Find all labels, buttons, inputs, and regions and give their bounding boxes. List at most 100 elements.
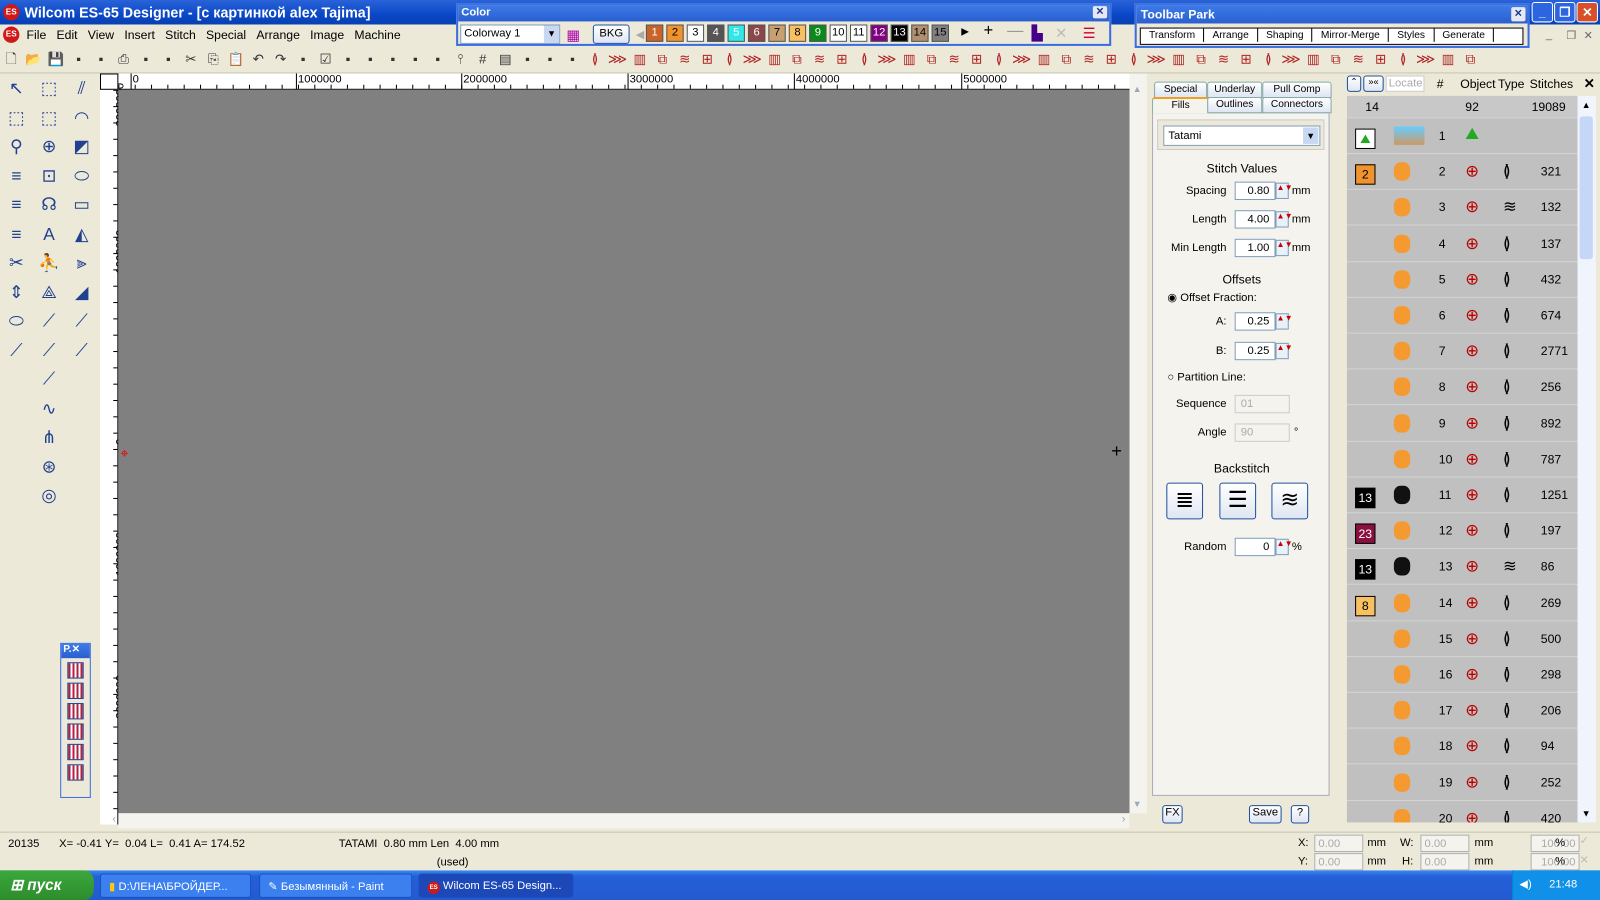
color-chip[interactable]: 13 [1355,559,1376,580]
x-field[interactable]: 0.00 [1314,834,1364,853]
tab-special[interactable]: Special [1154,81,1208,98]
stitch-tool-icon[interactable]: ≋ [1079,49,1099,69]
stitch-tool-icon[interactable]: ≬ [989,49,1009,69]
stitch-tool-icon[interactable]: ⋙ [607,49,627,69]
apply-check-icon[interactable]: ✓ [1580,834,1589,847]
thread-icon[interactable]: ▙ [1032,24,1043,41]
list-item[interactable]: 17 ⊕ ≬ 206 [1346,693,1578,729]
table-icon[interactable]: ▤ [495,49,515,69]
circle-object-tool-icon[interactable]: ⊡ [36,163,63,190]
stitch-tool-icon[interactable]: ≋ [944,49,964,69]
scroll-right-icon[interactable]: ▶ [961,27,969,38]
tie-off-tool-icon[interactable]: ⟋ [36,366,63,393]
reshape-tool-icon[interactable]: ⬚ [36,76,63,103]
menu-machine[interactable]: Machine [349,24,405,44]
park-tab-transform[interactable]: Transform [1141,28,1205,42]
color-swatch-6[interactable]: 6 [747,24,766,42]
run-tool-icon[interactable]: ⟋ [68,337,95,364]
list-item[interactable]: 9 ⊕ ≬ 892 [1346,406,1578,442]
slice-tool-icon[interactable]: ≡ [3,163,30,190]
color-swatch-8[interactable]: 8 [788,24,807,42]
run-icon[interactable]: ▪ [405,49,425,69]
close-icon[interactable]: ✕ [1092,6,1108,19]
stitch-tool-icon[interactable]: ⋙ [742,49,762,69]
col-header-stitches[interactable]: Stitches [1530,77,1574,91]
color-chip[interactable]: 2 [1355,164,1376,185]
fx-button[interactable]: FX [1162,805,1183,824]
task-paint[interactable]: ✎ Безымянный - Paint [259,873,413,898]
list-item[interactable]: 19 ⊕ ≬ 252 [1346,765,1578,801]
task-explorer[interactable]: ▮ D:\ЛЕНА\БРОЙДЕР... [99,873,252,898]
canvas-vertical-scrollbar[interactable]: ▲ ▼ [1129,73,1147,814]
list-item[interactable]: 16 ⊕ ≬ 298 [1346,657,1578,693]
list-item[interactable]: 20 ⊕ ≬ 420 [1347,801,1578,823]
line-2-tool-icon[interactable]: ⟋ [36,337,63,364]
color-list-icon[interactable]: ☰ [1083,24,1096,41]
column-b-tool-icon[interactable]: ☊ [36,192,63,219]
stitch-tool-icon[interactable]: ≬ [585,49,605,69]
stitch-tool-icon[interactable]: ≋ [1213,49,1233,69]
needle-icon[interactable]: ▪ [428,49,448,69]
partition-line-radio[interactable]: ○ Partition Line: [1167,371,1246,383]
col-header-type[interactable]: Type [1498,77,1525,91]
undo-icon[interactable]: ↶ [248,49,268,69]
add-color-icon[interactable]: + [984,22,994,40]
print-preview-icon[interactable]: ▪ [136,49,156,69]
min-length-input[interactable]: 1.00 [1234,238,1276,258]
random-input[interactable]: 0 [1234,537,1276,557]
close-icon[interactable]: ✕ [1584,76,1595,92]
color-swatch-13[interactable]: 13 [890,24,909,42]
art-icon[interactable]: ▪ [562,49,582,69]
paste-icon[interactable]: 📋 [226,49,246,69]
start-button[interactable]: ⊞ пуск [0,870,94,900]
export-icon[interactable]: ▪ [91,49,111,69]
save-button[interactable]: Save [1248,805,1282,824]
delete-color-icon[interactable]: ✕ [1055,24,1067,41]
colorway-select[interactable]: Colorway 1 ▼ [460,24,561,44]
chevron-down-icon[interactable]: ▼ [543,25,560,43]
column-a-tool-icon[interactable]: ≡ [3,192,30,219]
stitch-tool-icon[interactable]: ▥ [1034,49,1054,69]
stitch-tool-icon[interactable]: ⧉ [921,49,941,69]
list-item[interactable]: 10 ⊕ ≬ 787 [1346,442,1578,478]
outline-icon[interactable]: ▪ [383,49,403,69]
bkg-button[interactable]: BKG [592,24,630,44]
mdi-close-button[interactable]: ✕ [1584,29,1593,42]
stitch-tool-icon[interactable]: ⊞ [1236,49,1256,69]
stitch-tool-icon[interactable]: ⧉ [787,49,807,69]
radio-empty-icon[interactable]: ○ [1167,371,1174,383]
collapse-icon[interactable]: »« [1363,75,1384,92]
stitch-tool-icon[interactable]: ▥ [1303,49,1323,69]
remove-color-icon[interactable]: — [1007,22,1023,40]
menu-view[interactable]: View [83,24,120,44]
restore-button[interactable]: ❐ [1554,2,1576,23]
spacing-spinner[interactable]: ▲▼ [1275,182,1293,199]
stitch-tool-icon[interactable]: ⊞ [697,49,717,69]
park-tab-arrange[interactable]: Arrange [1204,28,1258,42]
list-item[interactable]: 2 2 ⊕ ≬ 321 [1346,154,1578,190]
color-swatch-2[interactable]: 2 [666,24,684,42]
color-swatch-1[interactable]: 1 [645,24,664,42]
volume-icon[interactable]: ◀) [1519,879,1531,891]
stitch-tool-icon[interactable]: ≋ [1348,49,1368,69]
menu-arrange[interactable]: Arrange [251,24,305,44]
stitch-tool-icon[interactable]: ⧉ [1191,49,1211,69]
stitch-tool-icon[interactable]: ⋙ [1011,49,1031,69]
color-swatch-14[interactable]: 14 [911,24,929,42]
backstitch-option-2[interactable]: ☰ [1219,482,1257,520]
stitch-edit-tool-icon[interactable]: ⚲ [3,134,30,161]
list-scrollbar[interactable]: ▲ ▼ [1577,95,1596,823]
print-icon[interactable]: ⎙ [113,49,133,69]
tab-fills[interactable]: Fills [1152,96,1210,114]
mdi-restore-button[interactable]: ❐ [1566,29,1576,42]
stitch-tool-icon[interactable]: ▥ [1168,49,1188,69]
satin-icon[interactable]: ▪ [360,49,380,69]
color-chip[interactable]: 13 [1355,487,1376,509]
offset-b-spinner[interactable]: ▲▼ [1275,342,1293,360]
ungroup-icon[interactable]: ▪ [293,49,313,69]
mdi-minimize-button[interactable]: _ [1546,29,1552,41]
outline-tool-icon[interactable]: ◩ [68,134,95,161]
ruler-corner[interactable] [99,73,119,90]
task-wilcom[interactable]: ES Wilcom ES-65 Design... [418,873,574,898]
col-header-object[interactable]: Object [1460,77,1495,91]
